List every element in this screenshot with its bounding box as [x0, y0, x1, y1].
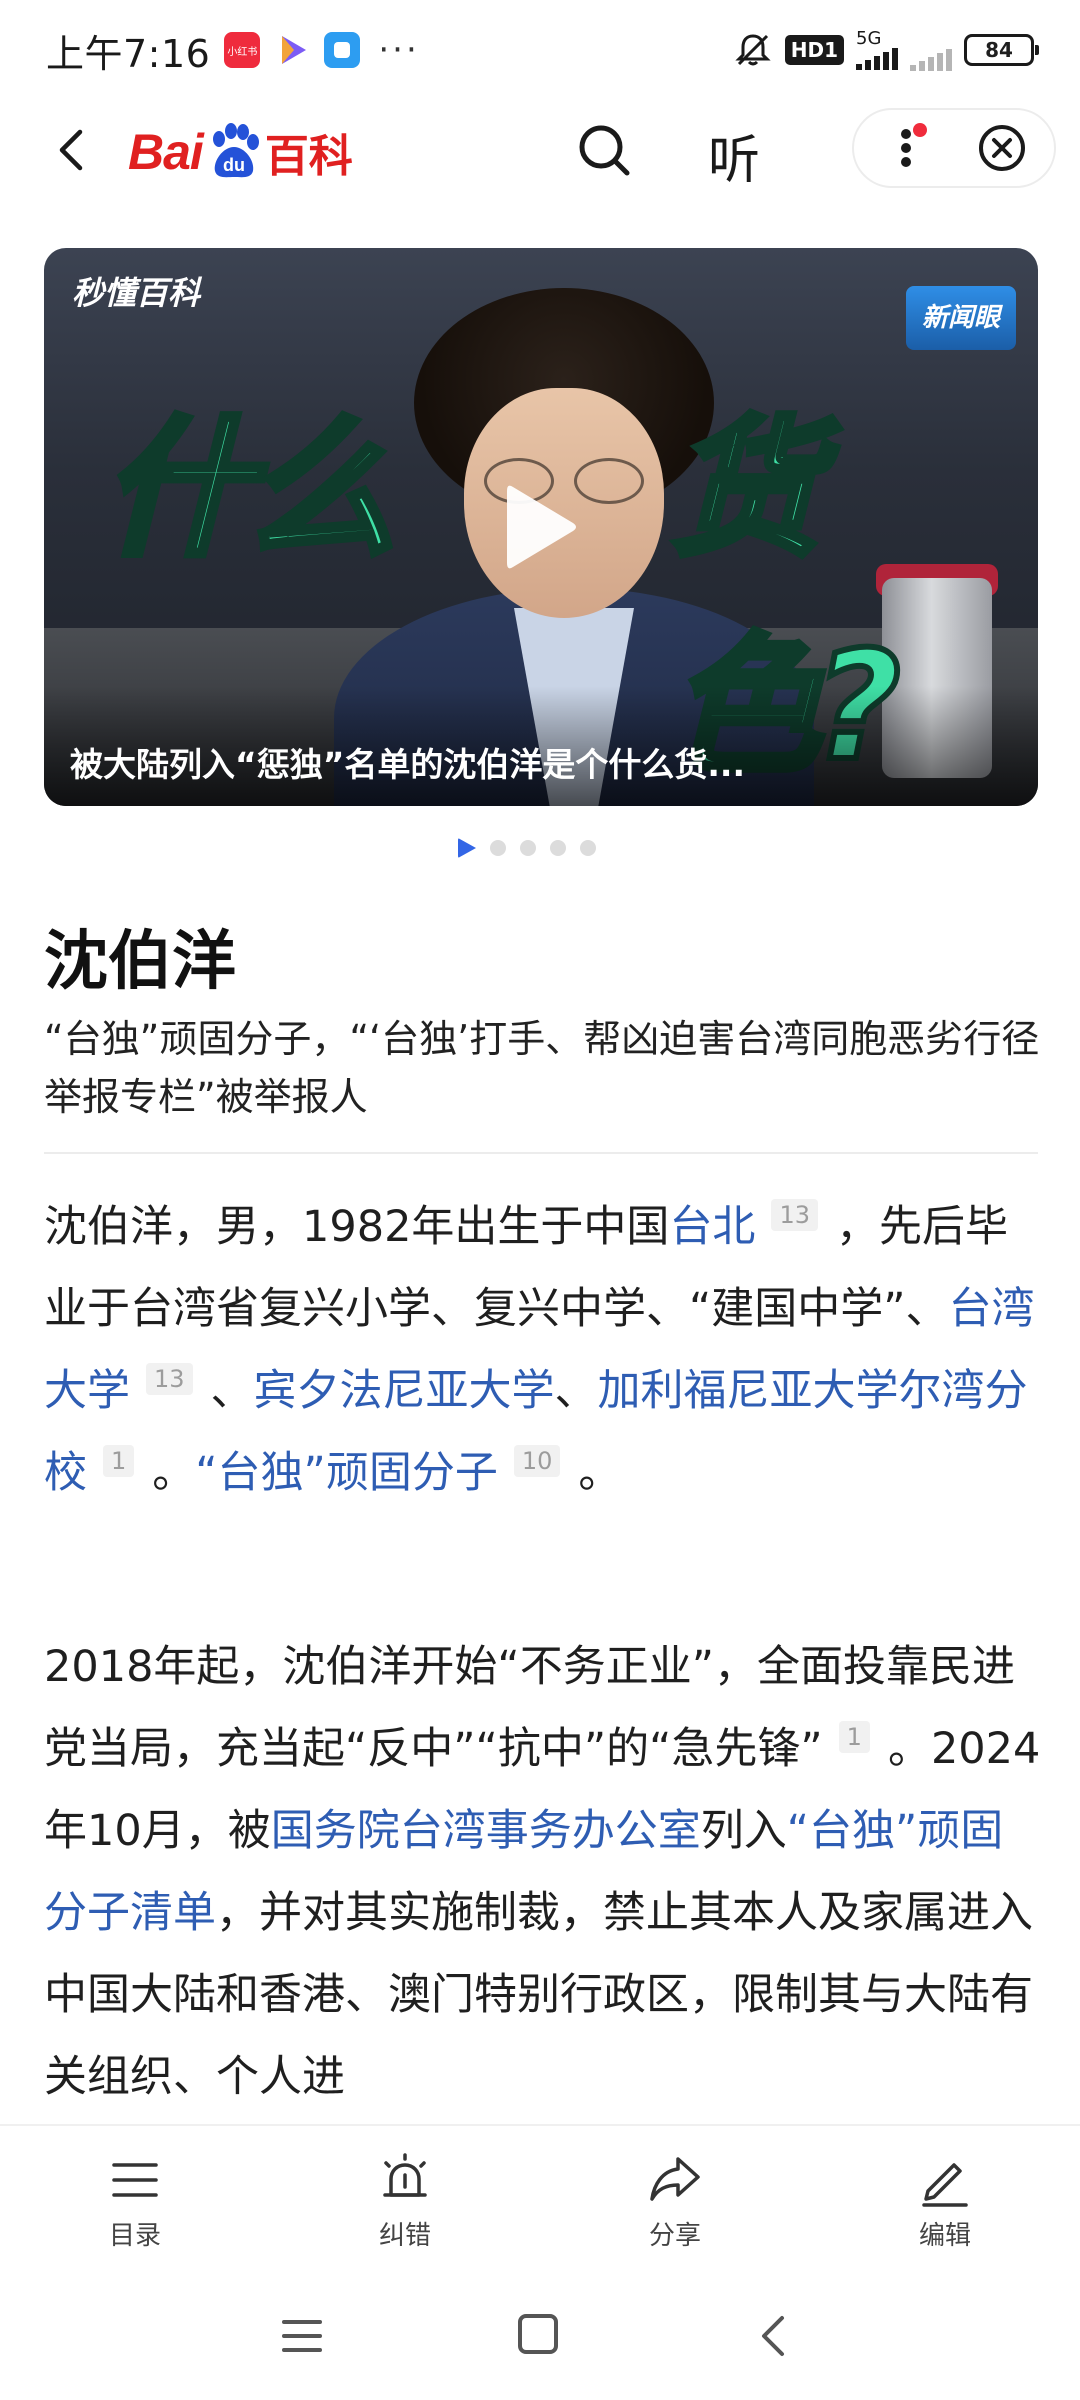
video-news-badge: 新闻眼	[906, 286, 1016, 350]
baidu-paw-icon: du	[205, 123, 263, 181]
toolbar-correct-button[interactable]: 纠错	[270, 2126, 540, 2274]
more-dots-icon	[901, 123, 927, 167]
logo-text-baike: 百科	[264, 131, 353, 182]
logo-text-bai: Bai	[128, 124, 204, 180]
paragraph-text: 沈伯洋，男，1982年出生于中国	[44, 1202, 670, 1252]
baidu-baike-logo[interactable]: Bai du 百科	[128, 123, 353, 182]
close-circle-icon	[979, 125, 1025, 171]
carousel-indicator	[458, 838, 596, 858]
paragraph-text: 。	[578, 1448, 622, 1498]
citation-ref[interactable]: 13	[146, 1363, 193, 1395]
paragraph-text: 、	[210, 1366, 254, 1416]
paragraph-text: 列入	[700, 1806, 787, 1856]
mute-bell-icon	[735, 34, 771, 66]
status-more-icon: ···	[378, 30, 420, 70]
toolbar-label: 目录	[108, 2220, 161, 2251]
link-taipei[interactable]: 台北	[669, 1202, 755, 1252]
chat-app-icon	[324, 32, 361, 68]
carousel-dot[interactable]	[520, 840, 536, 856]
play-icon[interactable]	[503, 481, 579, 573]
share-icon	[650, 2156, 700, 2201]
toolbar-catalog-button[interactable]: 目录	[0, 2126, 270, 2274]
carousel-dot[interactable]	[550, 840, 566, 856]
battery-level: 84	[985, 38, 1013, 62]
list-icon	[112, 2162, 158, 2197]
mini-app-capsule	[852, 108, 1056, 188]
signal-weak-icon	[910, 49, 952, 71]
listen-button[interactable]: 听	[708, 118, 760, 193]
logo-text-du: du	[223, 155, 245, 175]
bottom-toolbar: 目录 纠错 分享 编辑	[0, 2124, 1080, 2274]
back-arrow-icon[interactable]	[46, 122, 102, 178]
video-player[interactable]: 什么 货色? 秒懂百科 新闻眼 被大陆列入“惩独”名单的沈伯洋是个什么货...	[44, 248, 1038, 806]
carousel-dot[interactable]	[580, 840, 596, 856]
battery-icon: 84	[964, 34, 1039, 66]
citation-ref[interactable]: 13	[771, 1199, 818, 1231]
toolbar-label: 分享	[648, 2220, 701, 2251]
paragraph-text: 2018年起，沈伯洋开始“不务正业”，全面投靠民进党当局，充当起“反中”“抗中”…	[44, 1642, 1015, 1774]
xiaohongshu-app-icon: 小红书	[224, 32, 261, 68]
search-icon[interactable]	[574, 120, 634, 180]
hd-badge: HD1	[784, 35, 844, 65]
alarm-icon	[383, 2152, 427, 2197]
status-time: 上午7:16	[46, 31, 211, 76]
toolbar-edit-button[interactable]: 编辑	[810, 2126, 1080, 2274]
top-header: Bai du 百科 听	[0, 100, 1080, 200]
link-diehard-separatist[interactable]: “台独”顽固分子	[195, 1448, 498, 1498]
paragraph-text: 。	[152, 1448, 196, 1498]
toolbar-label: 纠错	[378, 2220, 431, 2251]
status-app-icons: 小红书	[224, 32, 361, 68]
home-icon[interactable]	[518, 2314, 558, 2354]
close-button[interactable]	[954, 110, 1054, 186]
paragraph-text: 、	[554, 1366, 598, 1416]
carousel-dot[interactable]	[490, 840, 506, 856]
system-nav-bar	[0, 2274, 1080, 2400]
more-menu-button[interactable]	[854, 110, 954, 186]
citation-ref[interactable]: 1	[103, 1445, 135, 1477]
link-taiwan-affairs-office[interactable]: 国务院台湾事务办公室	[271, 1806, 701, 1856]
carousel-dot-active[interactable]	[458, 838, 476, 858]
back-icon[interactable]	[754, 2312, 794, 2360]
paragraph-career: 2018年起，沈伯洋开始“不务正业”，全面投靠民进党当局，充当起“反中”“抗中”…	[44, 1626, 1044, 2118]
paragraph-intro: 沈伯洋，男，1982年出生于中国台北 13 ，先后毕业于台湾省复兴小学、复兴中学、“…	[44, 1186, 1044, 1514]
menu-icon[interactable]	[280, 2316, 324, 2356]
video-person-glasses-right	[574, 458, 644, 504]
signal-strong-icon	[856, 48, 898, 70]
video-watermark: 秒懂百科	[72, 274, 201, 312]
toolbar-label: 编辑	[918, 2220, 971, 2251]
edit-icon	[922, 2162, 968, 2207]
page-subtitle: “台独”顽固分子，“‘台独’打手、帮凶迫害台湾同胞恶劣行径举报专栏”被举报人	[44, 1017, 1040, 1119]
link-upenn[interactable]: 宾夕法尼亚大学	[254, 1366, 555, 1416]
toolbar-share-button[interactable]: 分享	[540, 2126, 810, 2274]
network-type: 5G	[856, 28, 882, 49]
citation-ref[interactable]: 10	[513, 1445, 561, 1477]
video-overlay-text-left: 什么	[99, 400, 399, 580]
video-caption: 被大陆列入“惩独”名单的沈伯洋是个什么货...	[70, 745, 745, 784]
status-right: HD1 5G 84	[733, 28, 1039, 71]
section-divider	[44, 1152, 1038, 1154]
status-bar: 上午7:16 小红书 ··· HD1 5G 84	[0, 0, 1080, 100]
page-title: 沈伯洋	[44, 925, 236, 999]
video-play-app-icon	[274, 32, 310, 68]
citation-ref[interactable]: 1	[838, 1721, 870, 1753]
